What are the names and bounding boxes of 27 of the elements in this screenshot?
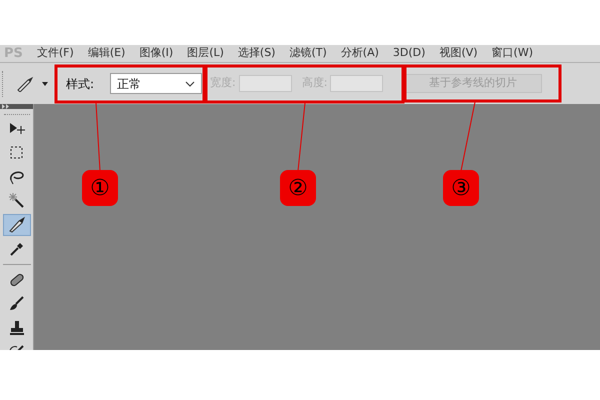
menu-item[interactable]: 图层(L) [187,45,224,62]
magic-wand-icon [8,192,26,210]
menu-item[interactable]: 3D(D) [392,45,426,62]
number-badge: ③ [443,170,479,206]
tool-button[interactable] [2,214,30,236]
leader-line [298,102,306,172]
stamp-icon [8,319,26,337]
style-label: 样式: [66,76,94,92]
eyedropper-icon [8,240,26,258]
menu-item[interactable]: 选择(S) [238,45,276,62]
leader-line [96,102,100,172]
chevron-icon [185,80,196,86]
number-badge: ② [280,170,316,206]
style-dropdown[interactable]: 正常 [110,73,202,94]
menu-item[interactable]: 图像(I) [139,45,174,62]
menu-item[interactable]: 编辑(E) [88,45,126,62]
caret-icon[interactable] [42,82,48,86]
menu-item[interactable]: 分析(A) [340,45,379,62]
number-badge: ① [82,170,118,206]
menu-item[interactable]: 滤镜(T) [289,45,327,62]
brush-icon [8,295,26,313]
menu-item[interactable]: 窗口(W) [492,45,534,62]
slice-tool-icon[interactable] [16,76,34,92]
menu-item[interactable]: 视图(V) [439,45,478,62]
menu-item[interactable]: 文件(F) [36,45,74,62]
slice-icon [8,216,26,234]
leader-line [460,102,476,172]
